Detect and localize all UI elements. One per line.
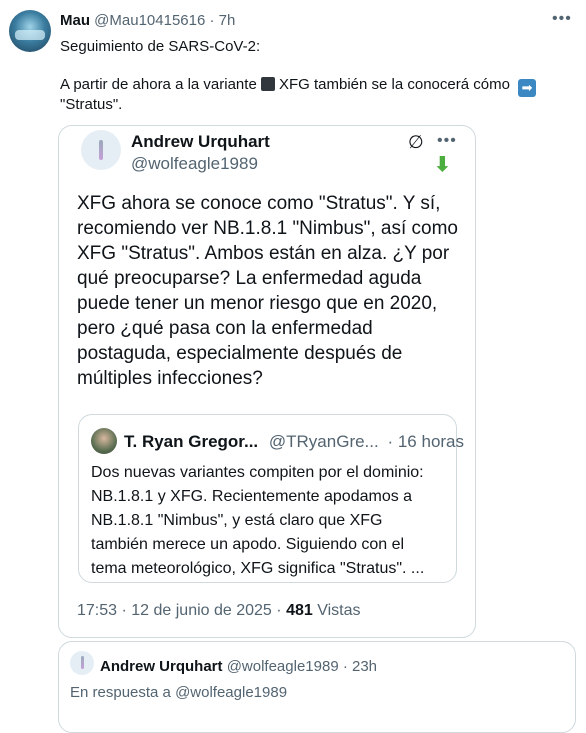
tweet-line-3: "Stratus". (60, 96, 123, 113)
download-arrow-icon: ⬇ (434, 154, 451, 176)
reply-to-text: En respuesta a @wolfeagle1989 (70, 684, 288, 701)
reply-author-name[interactable]: Andrew Urquhart (100, 658, 223, 675)
quoted-author-avatar[interactable] (81, 130, 121, 170)
quoted-tweet-meta: 17:53 · 12 de junio de 2025 · 481 Vistas (77, 602, 361, 620)
quoted-author-name[interactable]: Andrew Urquhart (131, 132, 270, 152)
tweet-header: Mau @Mau10415616 · 7h (60, 12, 235, 29)
right-arrow-emoji-icon: ➡ (518, 79, 537, 97)
reply-handle-time[interactable]: @wolfeagle1989 · 23h (227, 658, 377, 675)
author-avatar[interactable] (9, 10, 51, 52)
author-handle[interactable]: @Mau10415616 (94, 12, 205, 29)
more-options-icon[interactable]: ••• (552, 10, 572, 28)
views-count: 481 (286, 602, 313, 619)
quoted-tweet-text: XFG ahora se conoce como "Stratus". Y sí… (77, 193, 458, 389)
nested-quote-text: Dos nuevas variantes compiten por el dom… (91, 464, 425, 577)
tweet-time[interactable]: 7h (219, 12, 236, 29)
grok-icon[interactable]: ∅ (408, 132, 424, 153)
reply-author-avatar[interactable] (70, 651, 94, 675)
nested-time: · 16 horas (387, 432, 465, 451)
reply-header: Andrew Urquhart @wolfeagle1989 · 23h (100, 658, 377, 675)
nested-author-handle: @TRyanGre... (268, 432, 379, 451)
nested-author-name: T. Ryan Gregor... (124, 432, 259, 451)
quoted-timestamp[interactable]: 17:53 · 12 de junio de 2025 · (77, 602, 282, 619)
views-label: Vistas (317, 602, 361, 619)
black-square-emoji-icon (260, 77, 275, 91)
more-options-icon[interactable]: ••• (437, 132, 457, 150)
tweet-line-2: A partir de ahora a la variante XFG tamb… (60, 76, 537, 97)
separator: · (209, 12, 215, 29)
nested-author-avatar (91, 428, 117, 454)
nested-quote-header: T. Ryan Gregor... @TRyanGre... · 16 hora… (124, 432, 464, 452)
quoted-author-handle[interactable]: @wolfeagle1989 (131, 154, 258, 174)
author-name[interactable]: Mau (60, 12, 90, 29)
tweet-line-1: Seguimiento de SARS-CoV-2: (60, 38, 261, 55)
